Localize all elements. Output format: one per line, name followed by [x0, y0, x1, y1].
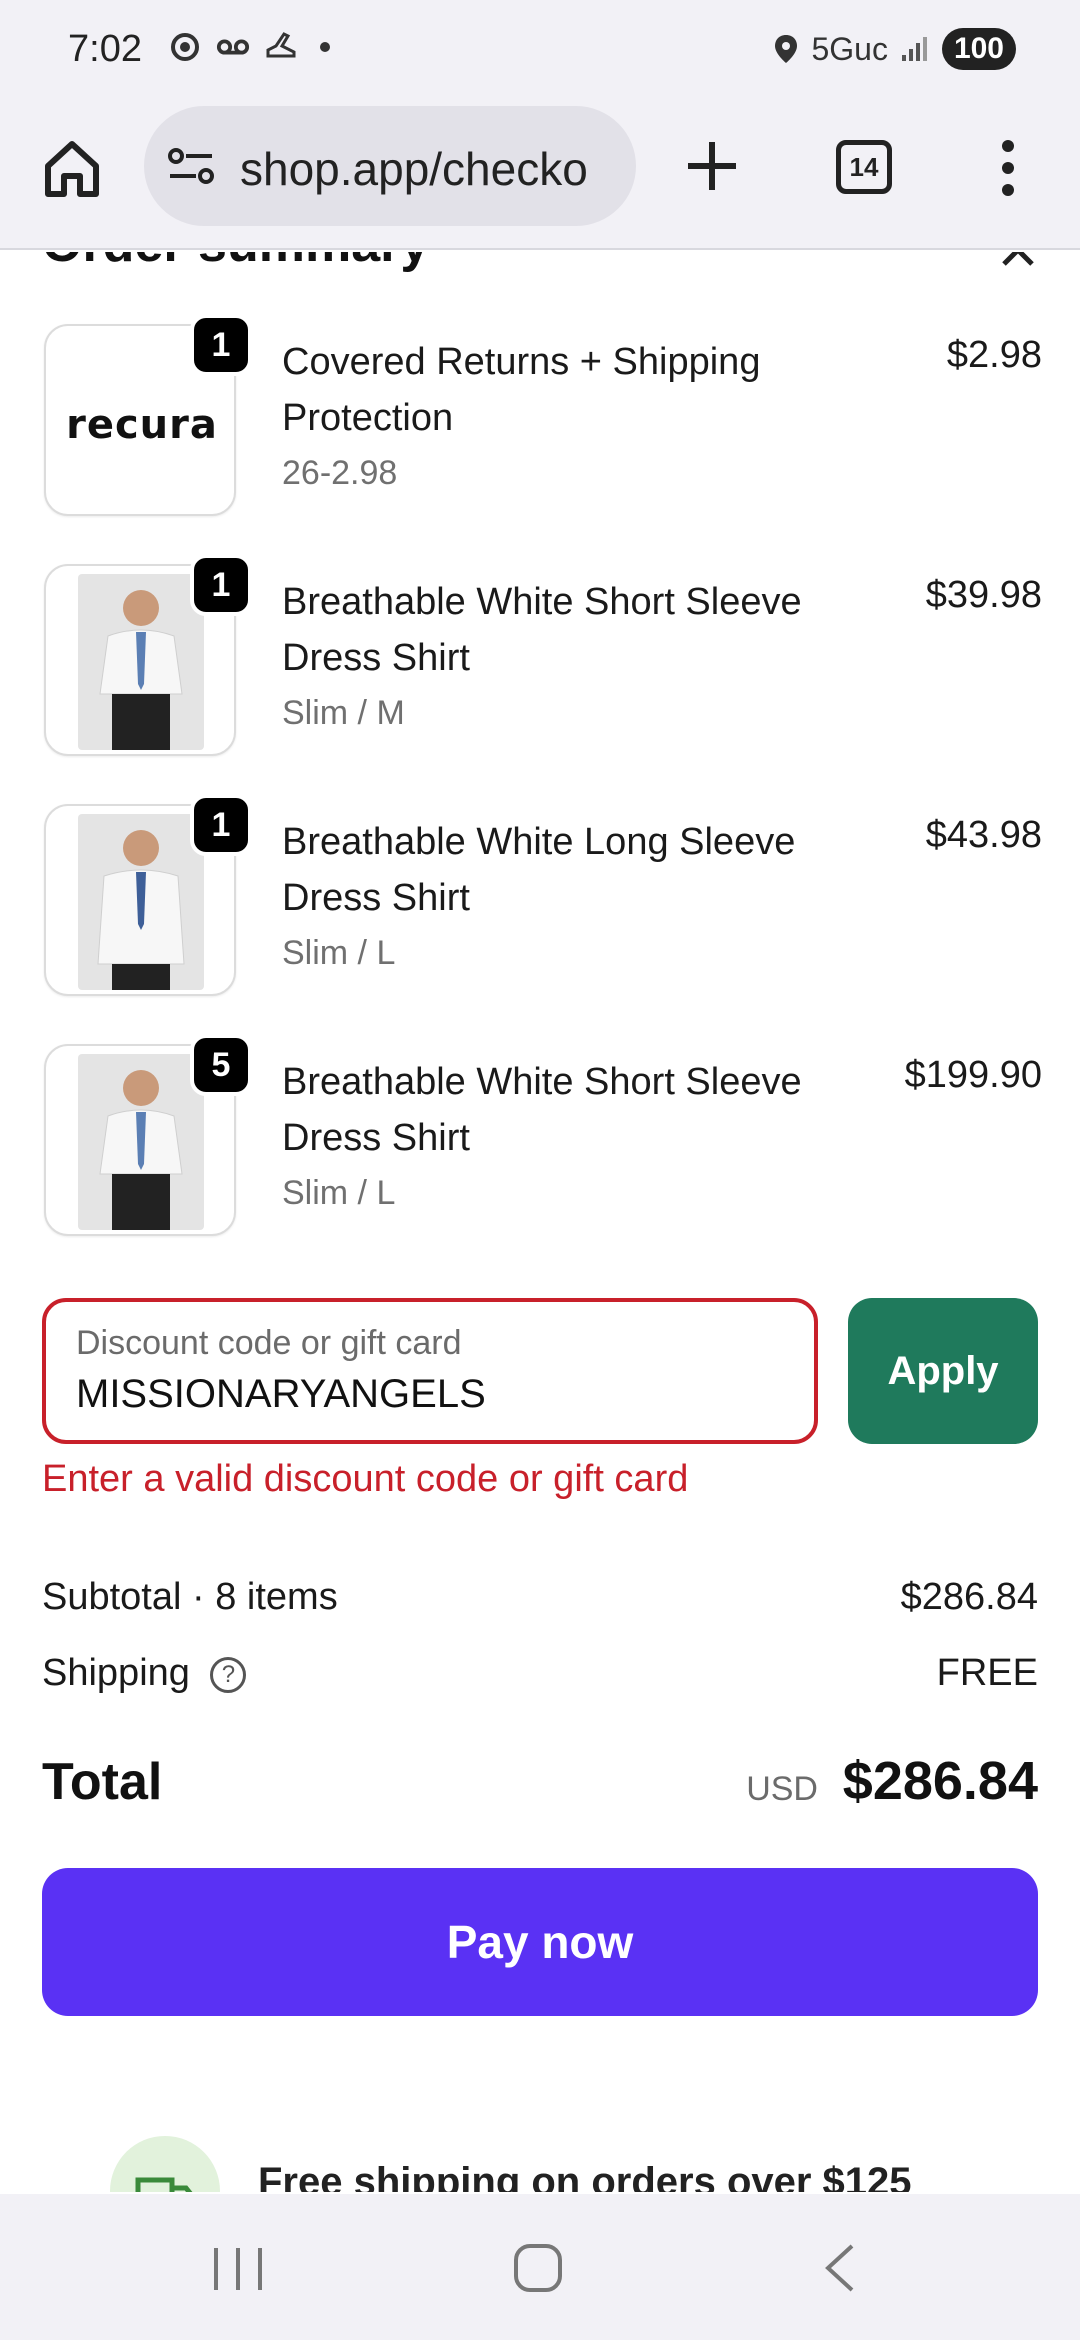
product-thumbnail: 5	[44, 1034, 252, 1236]
order-summary-title: Order summary	[42, 252, 429, 274]
site-settings-icon[interactable]	[168, 146, 214, 186]
line-item: 1 Breathable White Long Sleeve Dress Shi…	[42, 794, 1042, 1004]
subtotal-label: Subtotal · 8 items	[42, 1576, 338, 1618]
item-name: Breathable White Long Sleeve Dress Shirt	[282, 821, 796, 919]
product-thumbnail: 1	[44, 554, 252, 756]
subtotal-row: Subtotal · 8 items $286.84	[42, 1576, 1038, 1619]
home-icon[interactable]	[40, 136, 104, 200]
shipping-row: Shipping ? FREE	[42, 1652, 1038, 1695]
notification-icons	[168, 30, 330, 64]
item-price: $43.98	[925, 814, 1042, 856]
network-type: 5Guc	[811, 30, 888, 67]
help-icon[interactable]: ?	[210, 1656, 247, 1693]
shirt-photo	[78, 574, 204, 750]
free-shipping-text: Free shipping on orders over $125	[258, 2160, 912, 2192]
quantity-badge: 1	[190, 314, 252, 376]
browser-toolbar: shop.app/checko 14	[0, 100, 1080, 250]
subtotal-value: $286.84	[900, 1576, 1038, 1618]
more-menu-icon[interactable]	[996, 138, 1020, 198]
status-time: 7:02	[68, 28, 142, 70]
voicemail-icon	[216, 30, 250, 64]
item-variant: 26-2.98	[282, 454, 398, 492]
total-label: Total	[42, 1753, 163, 1811]
recent-apps-icon[interactable]	[210, 2244, 266, 2294]
free-shipping-banner: Free shipping on orders over $125	[110, 2136, 1010, 2192]
line-item: 5 Breathable White Short Sleeve Dress Sh…	[42, 1034, 1042, 1244]
signal-icon	[901, 37, 927, 61]
discount-field-value[interactable]: MISSIONARYANGELS	[76, 1372, 486, 1417]
shipping-value: FREE	[936, 1652, 1038, 1694]
item-price: $2.98	[946, 334, 1042, 376]
total-value: $286.84	[842, 1751, 1038, 1811]
item-name: Breathable White Short Sleeve Dress Shir…	[282, 581, 802, 679]
status-bar: 7:02 5Guc 100	[0, 0, 1080, 100]
collapse-icon[interactable]	[998, 252, 1038, 272]
pay-now-button[interactable]: Pay now	[42, 1868, 1038, 2016]
apply-button[interactable]: Apply	[848, 1298, 1038, 1444]
tab-count: 14	[849, 151, 879, 182]
item-variant: Slim / L	[282, 1174, 396, 1212]
product-thumbnail: recura 1	[44, 314, 252, 516]
item-variant: Slim / L	[282, 934, 396, 972]
address-bar[interactable]: shop.app/checko	[144, 106, 636, 226]
quantity-badge: 1	[190, 554, 252, 616]
quantity-badge: 1	[190, 794, 252, 856]
line-item: 1 Breathable White Short Sleeve Dress Sh…	[42, 554, 1042, 764]
shoe-icon	[264, 30, 298, 64]
item-price: $199.90	[904, 1054, 1042, 1096]
delivery-truck-icon	[110, 2136, 220, 2192]
home-button-icon[interactable]	[510, 2240, 566, 2296]
location-icon	[775, 35, 798, 63]
recura-logo: recura	[66, 402, 218, 448]
screen: 7:02 5Guc 100 shop.app/checko 14 recura …	[0, 0, 1080, 2340]
quantity-badge: 5	[190, 1034, 252, 1096]
shirt-photo	[78, 814, 204, 990]
line-item: recura 1 Covered Returns + Shipping Prot…	[42, 314, 1042, 524]
item-name: Breathable White Short Sleeve Dress Shir…	[282, 1061, 802, 1159]
shipping-label: Shipping	[42, 1652, 190, 1694]
system-icons: 5Guc 100	[773, 28, 1016, 70]
new-tab-icon[interactable]	[684, 138, 740, 194]
item-name: Covered Returns + Shipping Protection	[282, 341, 761, 439]
checkout-content: Order summary recura 1 Covered Returns +…	[0, 252, 1080, 2192]
shirt-photo	[78, 1054, 204, 1230]
discount-code-input[interactable]: Discount code or gift card MISSIONARYANG…	[42, 1298, 818, 1444]
tab-switcher-button[interactable]: 14	[836, 140, 892, 194]
discount-field-label: Discount code or gift card	[76, 1324, 462, 1362]
item-price: $39.98	[925, 574, 1042, 616]
item-variant: Slim / M	[282, 694, 405, 732]
product-thumbnail: 1	[44, 794, 252, 996]
back-icon[interactable]	[820, 2240, 860, 2296]
battery-level: 100	[941, 28, 1016, 70]
url-text: shop.app/checko	[240, 143, 588, 195]
system-navigation-bar	[0, 2194, 1080, 2340]
chrome-icon	[168, 30, 202, 64]
discount-error-message: Enter a valid discount code or gift card	[42, 1458, 689, 1500]
total-currency: USD	[746, 1770, 818, 1808]
more-notifications-dot	[320, 42, 330, 52]
